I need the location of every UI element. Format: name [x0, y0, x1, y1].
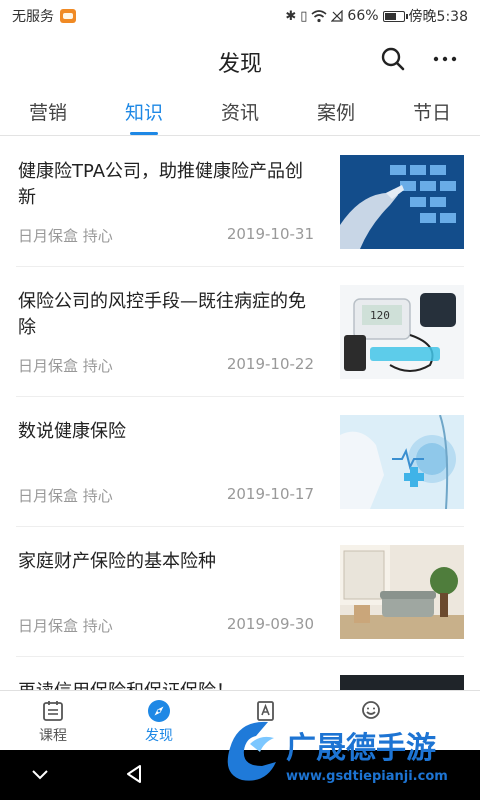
list-item[interactable]: 数说健康保险 日月保盒 持心 2019-10-17 — [16, 397, 464, 527]
article-list: 健康险TPA公司，助推健康险产品创新 日月保盒 持心 2019-10-31 保险… — [0, 137, 480, 690]
article-source: 日月保盒 持心 — [18, 617, 113, 635]
digital-touch-image — [340, 155, 464, 249]
blood-pressure-monitor-image: 120 — [340, 285, 464, 379]
article-date: 2019-10-22 — [226, 355, 314, 373]
status-bar: 无服务 ✱ ▯ 66% 傍晚5:38 — [0, 0, 480, 32]
nav-label: 发现 — [145, 728, 173, 744]
nav-label: 课程 — [39, 728, 67, 744]
watermark-brand: 广晟德手游 — [286, 731, 436, 766]
nav-discover[interactable]: 发现 — [106, 691, 212, 750]
status-right: ✱ ▯ 66% 傍晚5:38 — [285, 6, 468, 26]
header: 发现 — [0, 36, 480, 84]
battery-icon — [382, 10, 408, 22]
svg-text:120: 120 — [370, 309, 390, 322]
list-item[interactable]: 保险公司的风控手段—既往病症的免除 日月保盒 持心 2019-10-22 120 — [16, 267, 464, 397]
article-date: 2019-10-31 — [226, 225, 314, 243]
tab-holidays[interactable]: 节日 — [384, 90, 480, 135]
compass-icon — [148, 700, 170, 722]
app-notification-icon — [60, 9, 76, 23]
more-icon[interactable] — [432, 46, 458, 72]
hide-keyboard-icon[interactable] — [28, 762, 52, 786]
article-source: 日月保盒 持心 — [18, 357, 113, 375]
medical-tech-image — [340, 415, 464, 509]
back-icon[interactable] — [122, 762, 146, 786]
status-left: 无服务 — [12, 6, 76, 26]
category-tabs: 营销 知识 资讯 案例 节日 — [0, 90, 480, 136]
signal-icon — [331, 10, 344, 22]
vibrate-icon: ▯ — [300, 8, 308, 24]
article-title: 数说健康保险 — [18, 421, 126, 442]
living-room-image — [340, 545, 464, 639]
battery-percent: 66% — [347, 8, 379, 24]
watermark: 广晟德手游 www.gsdtiepianji.com — [216, 700, 480, 800]
article-title: 保险公司的风控手段—既往病症的免除 — [18, 291, 306, 338]
article-date: 2019-10-17 — [226, 485, 314, 503]
search-icon[interactable] — [380, 46, 406, 72]
clock: 傍晚5:38 — [408, 9, 468, 25]
battery-fill — [384, 12, 396, 20]
page-title: 发现 — [217, 52, 262, 77]
article-source: 日月保盒 持心 — [18, 487, 113, 505]
carrier-text: 无服务 — [12, 9, 54, 25]
article-title: 再读信用保险和保证保险！ — [18, 679, 316, 690]
bluetooth-icon: ✱ — [285, 8, 297, 24]
article-date: 2019-09-30 — [226, 615, 314, 633]
tab-knowledge[interactable]: 知识 — [96, 90, 192, 135]
list-item[interactable]: 家庭财产保险的基本险种 日月保盒 持心 2019-09-30 — [16, 527, 464, 657]
calendar-icon — [43, 701, 63, 721]
list-item[interactable]: 再读信用保险和保证保险！ — [16, 657, 464, 690]
tab-cases[interactable]: 案例 — [288, 90, 384, 135]
tab-news[interactable]: 资讯 — [192, 90, 288, 135]
wifi-icon — [311, 9, 327, 22]
article-title: 健康险TPA公司，助推健康险产品创新 — [18, 161, 304, 208]
watermark-url: www.gsdtiepianji.com — [286, 769, 448, 784]
watermark-logo: 广晟德手游 www.gsdtiepianji.com — [227, 721, 448, 784]
dark-photo-image — [340, 675, 464, 690]
article-source: 日月保盒 持心 — [18, 227, 113, 245]
tab-marketing[interactable]: 营销 — [0, 90, 96, 135]
article-title: 家庭财产保险的基本险种 — [18, 551, 216, 572]
list-item[interactable]: 健康险TPA公司，助推健康险产品创新 日月保盒 持心 2019-10-31 — [16, 137, 464, 267]
nav-courses[interactable]: 课程 — [0, 691, 106, 750]
